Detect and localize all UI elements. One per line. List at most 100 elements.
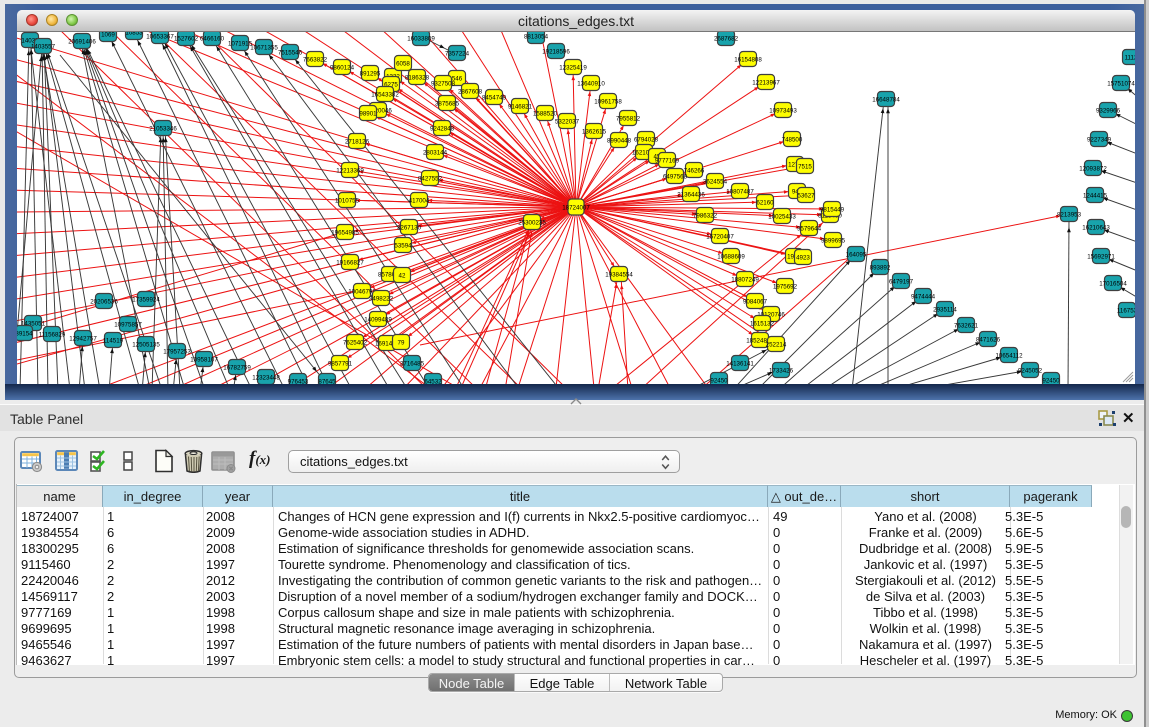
svg-text:9579644: 9579644 [797, 225, 822, 232]
svg-text:17957253: 17957253 [163, 348, 191, 355]
svg-text:12213967: 12213967 [752, 79, 780, 86]
svg-text:15692971: 15692971 [1087, 253, 1115, 260]
svg-text:18807249: 18807249 [731, 276, 759, 283]
svg-text:10975857: 10975857 [114, 321, 142, 328]
svg-text:16782759: 16782759 [223, 364, 251, 371]
svg-text:39154: 39154 [17, 330, 33, 337]
svg-text:8427552: 8427552 [418, 175, 443, 182]
svg-text:21053346: 21053346 [149, 125, 177, 132]
svg-text:14136141: 14136141 [726, 360, 754, 367]
svg-text:13640910: 13640910 [577, 80, 605, 87]
svg-text:87645: 87645 [318, 378, 336, 384]
svg-text:2867608: 2867608 [458, 88, 483, 95]
svg-text:92450: 92450 [710, 377, 728, 384]
svg-text:15720407: 15720407 [706, 233, 734, 240]
svg-text:3716485: 3716485 [400, 360, 425, 367]
svg-text:1362615: 1362615 [582, 128, 607, 135]
svg-text:1244415: 1244415 [1083, 192, 1108, 199]
svg-text:12325419: 12325419 [559, 64, 587, 71]
svg-text:976453: 976453 [288, 378, 309, 384]
svg-text:9329966: 9329966 [1096, 107, 1121, 114]
svg-text:9146821: 9146821 [508, 103, 533, 110]
svg-text:79: 79 [398, 339, 405, 346]
svg-text:6497568: 6497568 [663, 173, 688, 180]
svg-text:417004: 417004 [409, 197, 430, 204]
svg-text:1069: 1069 [101, 32, 115, 38]
svg-text:62160: 62160 [756, 199, 774, 206]
svg-text:16543382: 16543382 [371, 91, 399, 98]
svg-text:2803144: 2803144 [423, 149, 448, 156]
svg-text:12093872: 12093872 [1079, 165, 1107, 172]
svg-text:8990448: 8990448 [607, 137, 632, 144]
svg-text:10671355: 10671355 [250, 44, 278, 51]
svg-text:252214: 252214 [766, 341, 787, 348]
svg-text:11156829: 11156829 [39, 331, 66, 338]
svg-text:20691406: 20691406 [68, 38, 96, 45]
svg-text:8454749: 8454749 [482, 94, 507, 101]
svg-text:9899695: 9899695 [821, 237, 846, 244]
svg-text:12213369: 12213369 [336, 167, 364, 174]
svg-text:17359924: 17359924 [132, 296, 160, 303]
svg-text:10688609: 10688609 [717, 253, 745, 260]
svg-text:5322037: 5322037 [555, 118, 580, 125]
svg-text:10807487: 10807487 [726, 188, 754, 195]
svg-text:42: 42 [399, 272, 406, 279]
svg-text:7663822: 7663822 [303, 56, 328, 63]
svg-text:18724007: 18724007 [562, 204, 590, 211]
svg-text:9815449: 9815449 [820, 206, 845, 213]
svg-text:8186328: 8186328 [405, 74, 430, 81]
svg-text:2687682: 2687682 [714, 35, 739, 42]
svg-text:53594: 53594 [394, 242, 412, 249]
svg-text:7357224: 7357224 [445, 50, 470, 57]
svg-text:8813054: 8813054 [524, 33, 549, 40]
svg-text:9777169: 9777169 [655, 157, 680, 164]
svg-text:10853: 10853 [125, 32, 143, 36]
svg-text:19166827: 19166827 [336, 259, 364, 266]
svg-text:4923: 4923 [796, 254, 810, 261]
svg-text:164095: 164095 [846, 251, 867, 258]
svg-text:3498222: 3498222 [369, 295, 394, 302]
svg-text:19384554: 19384554 [605, 271, 633, 278]
svg-text:92450: 92450 [1042, 377, 1060, 384]
svg-text:6058: 6058 [396, 60, 410, 67]
svg-text:1588520: 1588520 [533, 110, 558, 117]
svg-text:21364436: 21364436 [677, 191, 705, 198]
svg-text:2718126: 2718126 [345, 138, 370, 145]
svg-text:1403557: 1403557 [31, 43, 56, 50]
svg-text:1010755: 1010755 [335, 197, 360, 204]
svg-text:1615132: 1615132 [750, 320, 775, 327]
svg-text:53627: 53627 [797, 192, 815, 199]
svg-text:9084067: 9084067 [743, 298, 768, 305]
svg-text:25300235: 25300235 [518, 219, 546, 226]
svg-text:12942757: 12942757 [69, 335, 97, 342]
svg-text:1071915: 1071915 [228, 40, 253, 47]
svg-text:7515546: 7515546 [278, 49, 303, 56]
svg-text:12323448: 12323448 [252, 374, 280, 381]
svg-text:6466160: 6466160 [200, 35, 225, 42]
svg-text:3267130: 3267130 [397, 224, 422, 231]
svg-text:8471626: 8471626 [976, 336, 1001, 343]
svg-text:16154808: 16154808 [734, 56, 762, 63]
svg-text:7986322: 7986322 [693, 212, 718, 219]
svg-text:116753: 116753 [1117, 307, 1135, 314]
svg-text:1527602: 1527602 [174, 35, 199, 42]
svg-text:20206536: 20206536 [90, 298, 118, 305]
svg-text:114519: 114519 [103, 337, 124, 344]
svg-text:9860124: 9860124 [330, 64, 355, 71]
svg-text:10654112: 10654112 [995, 352, 1023, 359]
svg-text:10961758: 10961758 [594, 98, 622, 105]
svg-text:1112: 1112 [1125, 54, 1135, 61]
svg-text:10653367: 10653367 [146, 33, 174, 40]
svg-text:8213953: 8213953 [1057, 211, 1082, 218]
svg-text:1975692: 1975692 [773, 283, 798, 290]
svg-text:16210643: 16210643 [1082, 224, 1110, 231]
svg-text:1733426: 1733426 [769, 367, 794, 374]
svg-text:893892: 893892 [870, 264, 891, 271]
svg-text:15751074: 15751074 [1107, 80, 1135, 87]
svg-text:891295: 891295 [360, 70, 381, 77]
svg-text:19218596: 19218596 [542, 48, 570, 55]
svg-text:6794028: 6794028 [634, 136, 659, 143]
svg-text:16033809: 16033809 [407, 35, 435, 42]
svg-text:10025433: 10025433 [768, 213, 796, 220]
svg-text:748500: 748500 [782, 136, 803, 143]
